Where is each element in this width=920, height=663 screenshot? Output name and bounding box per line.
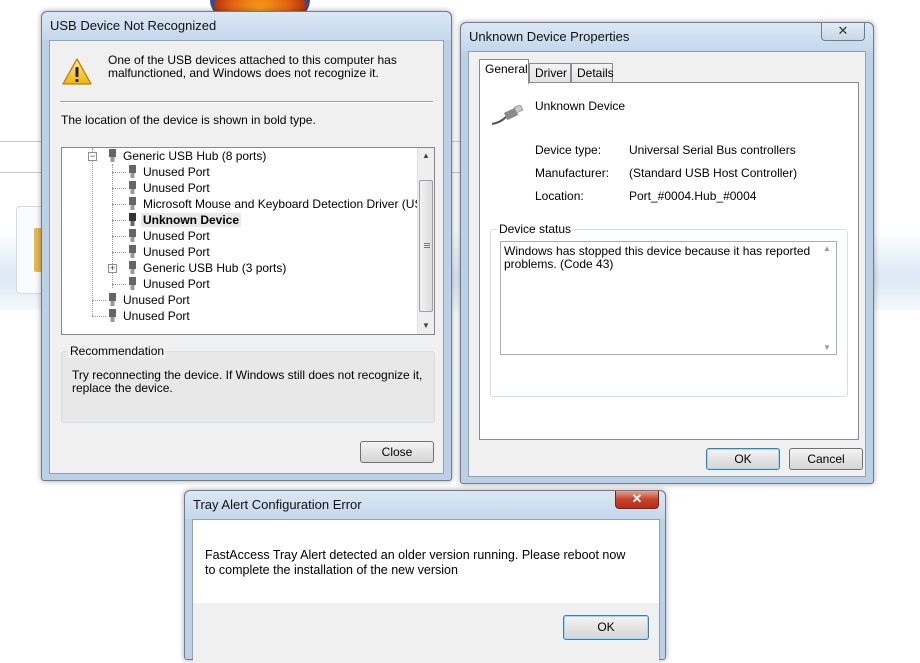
tree-scrollbar[interactable]: ▲ ▼: [417, 148, 434, 334]
scroll-down-arrow-icon[interactable]: ▼: [418, 318, 434, 334]
tray-alert-message: FastAccess Tray Alert detected an older …: [205, 548, 626, 577]
location-value: Port_#0004.Hub_#0004: [629, 189, 757, 203]
tree-item-unused-port[interactable]: Unused Port: [141, 164, 212, 180]
tree-line: [112, 204, 126, 205]
usb-plug-icon: [129, 245, 136, 258]
tree-item-unused-port[interactable]: Unused Port: [141, 244, 212, 260]
scroll-down-arrow-icon[interactable]: ▼: [823, 343, 831, 352]
warning-icon: [62, 58, 92, 85]
device-status-label: Device status: [497, 222, 574, 236]
recommendation-label: Recommendation: [68, 344, 167, 358]
usb-plug-icon: [129, 181, 136, 194]
manufacturer-label: Manufacturer:: [535, 166, 610, 180]
tree-item-unused-port[interactable]: Unused Port: [141, 276, 212, 292]
dialog-body: General Driver Details Unknown Device De…: [468, 51, 866, 477]
tree-item-mouse-keyboard-driver[interactable]: Microsoft Mouse and Keyboard Detection D…: [141, 196, 435, 212]
device-status-text: Windows has stopped this device because …: [504, 244, 811, 271]
usb-device-icon: [491, 105, 524, 125]
tree-line: [112, 172, 126, 173]
status-scrollbar[interactable]: ▲ ▼: [819, 242, 836, 354]
device-status-textbox[interactable]: Windows has stopped this device because …: [500, 241, 837, 355]
usb-plug-icon: [109, 149, 116, 162]
tree-item-label: Unused Port: [143, 245, 210, 259]
tree-item-label: Microsoft Mouse and Keyboard Detection D…: [143, 197, 435, 211]
tab-general[interactable]: General: [479, 59, 529, 84]
tree-line: [92, 300, 106, 301]
usb-plug-icon: [129, 277, 136, 290]
dialog-title: Tray Alert Configuration Error: [185, 491, 665, 519]
tree-item-label: Unused Port: [143, 229, 210, 243]
tree-line: [112, 220, 126, 221]
usb-plug-icon: [129, 229, 136, 242]
ok-button[interactable]: OK: [706, 448, 780, 470]
tab-details[interactable]: Details: [571, 63, 614, 83]
device-tree[interactable]: − + Generic USB Hub (8 ports) Unused Por…: [61, 147, 435, 335]
tree-line: [112, 236, 126, 237]
button-area: OK: [193, 603, 659, 663]
cancel-button[interactable]: Cancel: [789, 448, 863, 470]
dialog-body: One of the USB devices attached to this …: [49, 40, 444, 474]
tree-item-unused-port[interactable]: Unused Port: [121, 308, 192, 324]
usb-not-recognized-dialog: USB Device Not Recognized One of the USB…: [41, 11, 452, 481]
usb-plug-icon: [109, 293, 116, 306]
scroll-thumb[interactable]: [419, 180, 433, 312]
tab-driver[interactable]: Driver: [529, 63, 571, 83]
tree-item-label: Generic USB Hub (3 ports): [143, 261, 287, 275]
scroll-up-arrow-icon[interactable]: ▲: [823, 244, 831, 253]
tree-item-unused-port[interactable]: Unused Port: [141, 228, 212, 244]
collapse-expander-icon[interactable]: −: [88, 152, 97, 161]
recommendation-group: Recommendation Try reconnecting the devi…: [61, 344, 435, 423]
device-type-value: Universal Serial Bus controllers: [629, 143, 796, 157]
tree-item-label: Unused Port: [143, 277, 210, 291]
usb-plug-icon: [109, 309, 116, 322]
usb-plug-icon: [129, 261, 136, 274]
ok-button[interactable]: OK: [563, 615, 649, 640]
tree-item-label: Generic USB Hub (8 ports): [123, 149, 267, 163]
unknown-device-properties-dialog: Unknown Device Properties ✕ General Driv…: [460, 22, 874, 484]
background-divider: [0, 141, 41, 142]
tree-line: [112, 188, 126, 189]
tree-item-label: Unused Port: [143, 165, 210, 179]
tree-item-label: Unused Port: [123, 293, 190, 307]
manufacturer-value: (Standard USB Host Controller): [629, 166, 798, 180]
close-icon[interactable]: ✕: [615, 491, 659, 509]
tree-item-unused-port[interactable]: Unused Port: [121, 292, 192, 308]
device-status-group: Device status Windows has stopped this d…: [490, 222, 848, 397]
location-label: Location:: [535, 189, 584, 203]
tree-item-generic-usb-hub-3[interactable]: Generic USB Hub (3 ports): [141, 260, 288, 276]
device-name: Unknown Device: [535, 99, 626, 113]
device-type-label: Device type:: [535, 143, 602, 157]
scroll-up-arrow-icon[interactable]: ▲: [418, 148, 434, 164]
background-divider: [452, 141, 460, 142]
expand-expander-icon[interactable]: +: [108, 264, 117, 273]
tray-alert-error-dialog: Tray Alert Configuration Error ✕ FastAcc…: [184, 490, 666, 663]
general-tab-page: Unknown Device Device type: Universal Se…: [479, 82, 859, 440]
tree-item-generic-usb-hub-8[interactable]: Generic USB Hub (8 ports): [121, 148, 268, 164]
close-icon[interactable]: ✕: [821, 23, 865, 41]
background-divider: [452, 172, 460, 173]
tree-line: [92, 148, 93, 316]
tree-line: [112, 252, 126, 253]
tree-line: [112, 284, 126, 285]
recommendation-text: Try reconnecting the device. If Windows …: [72, 368, 423, 395]
dialog-title: USB Device Not Recognized: [42, 12, 451, 40]
tree-item-unknown-device[interactable]: Unknown Device: [141, 212, 242, 228]
error-message: One of the USB devices attached to this …: [108, 53, 397, 80]
tree-line: [92, 316, 106, 317]
usb-plug-icon: [129, 213, 136, 226]
location-note: The location of the device is shown in b…: [61, 113, 316, 127]
close-button[interactable]: Close: [360, 441, 434, 463]
background-divider: [0, 172, 41, 173]
usb-plug-icon: [129, 197, 136, 210]
dialog-title: Unknown Device Properties: [461, 23, 873, 51]
tree-item-label: Unused Port: [123, 309, 190, 323]
tree-item-label: Unused Port: [143, 181, 210, 195]
usb-plug-icon: [129, 165, 136, 178]
dialog-body: FastAccess Tray Alert detected an older …: [192, 519, 660, 663]
separator: [60, 101, 433, 103]
tree-item-unused-port[interactable]: Unused Port: [141, 180, 212, 196]
tree-item-label: Unknown Device: [141, 213, 242, 227]
